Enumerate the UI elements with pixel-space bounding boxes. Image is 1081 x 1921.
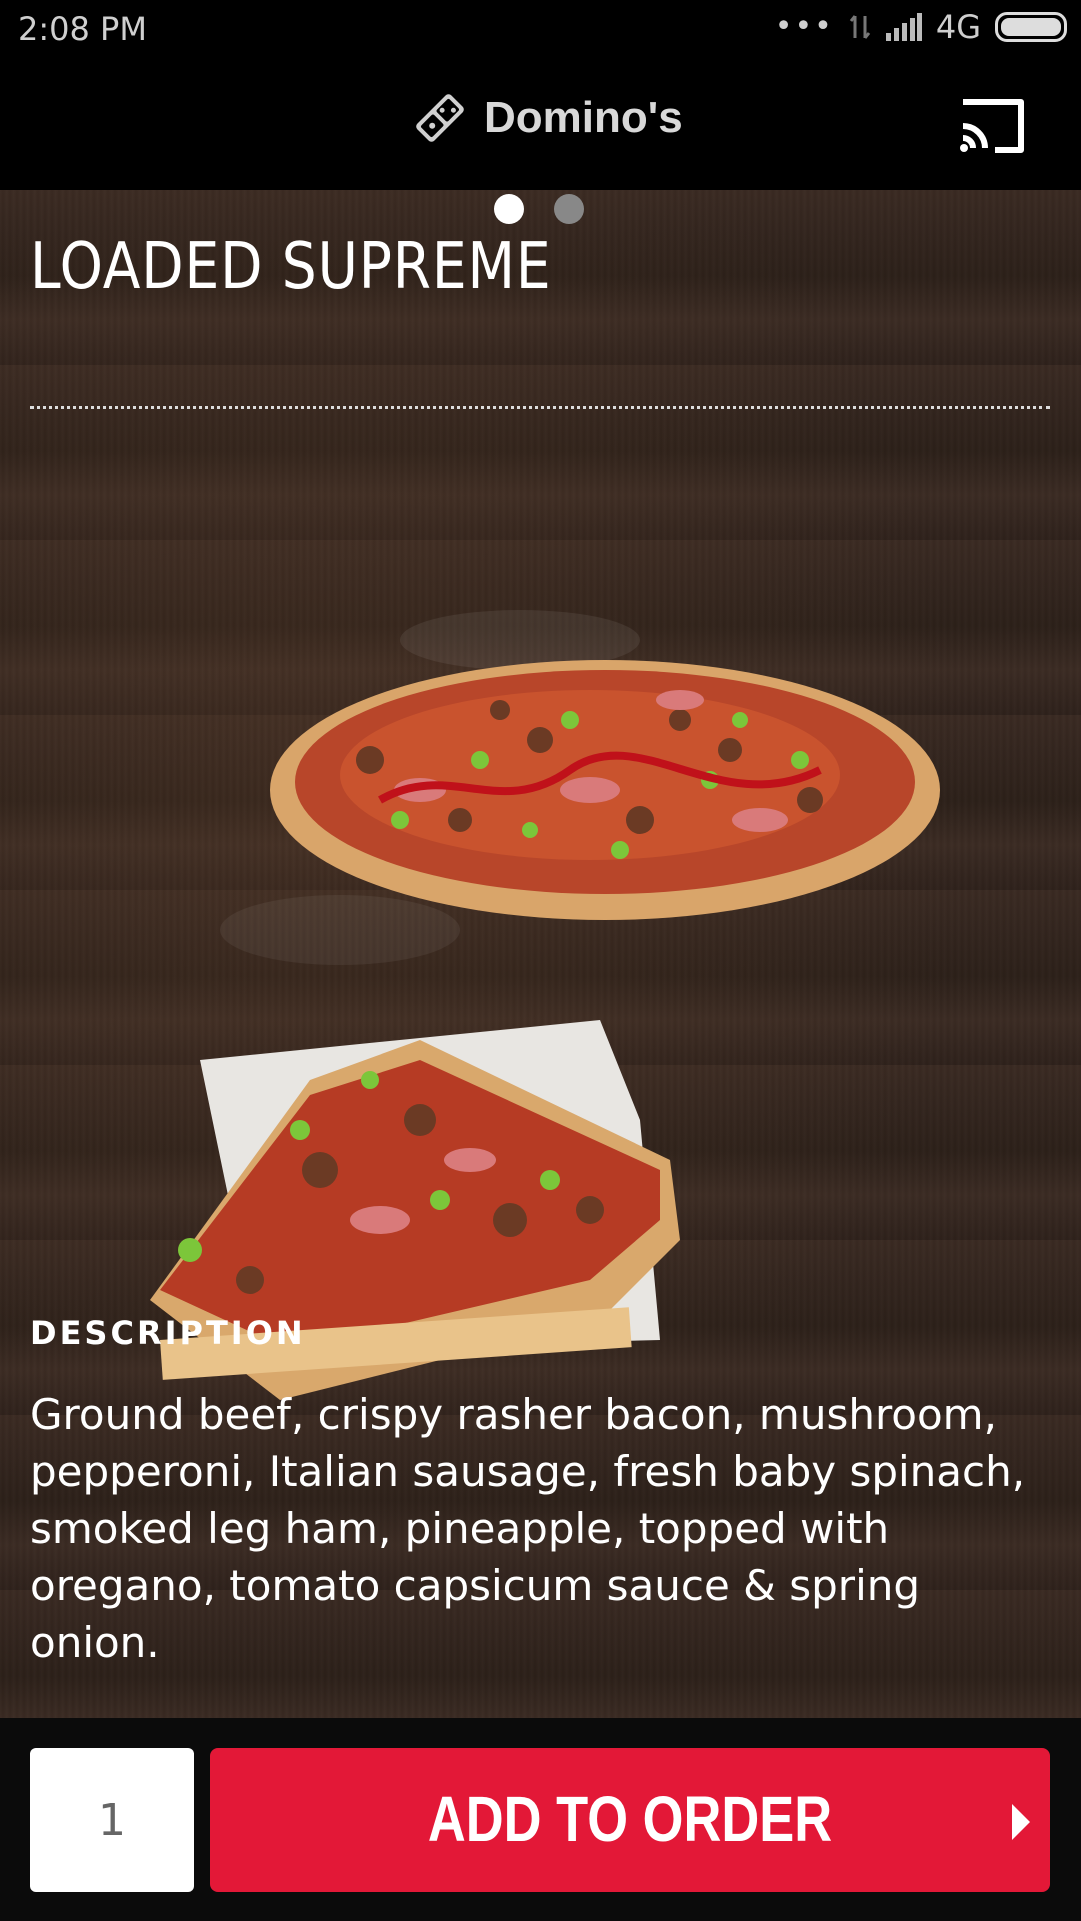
- description-text: Ground beef, crispy rasher bacon, mushro…: [30, 1390, 1026, 1667]
- data-arrows-icon: [849, 15, 871, 39]
- description-heading: DESCRIPTION: [30, 1314, 306, 1352]
- app-bar: Domino's: [0, 62, 1081, 190]
- add-to-order-button[interactable]: ADD TO ORDER: [210, 1748, 1050, 1892]
- product-title: LOADED SUPREME: [30, 230, 552, 304]
- signal-icon: [885, 13, 922, 41]
- status-time: 2:08 PM: [18, 10, 147, 48]
- network-type: 4G: [935, 8, 981, 46]
- page-indicator: [494, 194, 584, 224]
- product-detail[interactable]: LOADED SUPREME DESCRIPTION Ground beef, …: [0, 190, 1081, 1718]
- order-bar: 1 ADD TO ORDER: [0, 1718, 1081, 1921]
- title-divider: [30, 406, 1050, 409]
- page-dot-1[interactable]: [494, 194, 524, 224]
- brand-title: Domino's: [484, 93, 683, 142]
- battery-icon: [995, 12, 1067, 42]
- brand: Domino's: [410, 88, 683, 148]
- domino-logo-icon: [416, 94, 464, 142]
- pizza-image: [150, 610, 940, 1400]
- add-to-order-label: ADD TO ORDER: [427, 1783, 833, 1855]
- status-icons: ••• 4G: [775, 8, 1067, 46]
- more-dots-icon: •••: [774, 9, 834, 44]
- cast-icon[interactable]: [957, 98, 1027, 154]
- quantity-field[interactable]: 1: [30, 1748, 194, 1892]
- chevron-right-icon: [1012, 1804, 1030, 1840]
- page-dot-2[interactable]: [554, 194, 584, 224]
- status-bar: 2:08 PM ••• 4G: [0, 0, 1081, 62]
